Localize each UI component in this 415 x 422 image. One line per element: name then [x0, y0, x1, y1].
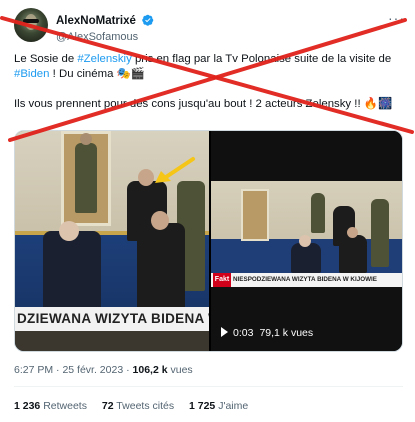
scene-head-biden	[59, 221, 79, 241]
engagement-stats: 1 236 Retweets 72 Tweets cités 1 725 J'a…	[14, 400, 260, 412]
retweets-count: 1 236	[14, 400, 41, 412]
scene-head	[347, 227, 358, 238]
tweet-paragraph-2: Ils vous prennent pour des cons jusqu'au…	[14, 98, 393, 110]
scene-head-marked	[138, 169, 154, 186]
tweet-meta: 6:27 PM · 25 févr. 2023 · 106,2 k vues	[14, 364, 193, 376]
yellow-arrow-icon	[155, 157, 195, 183]
fakt-logo: Fakt	[213, 273, 231, 287]
video-controls[interactable]: 0:03 79,1 k vues	[221, 327, 313, 339]
tweet-date[interactable]: 25 févr. 2023	[62, 364, 123, 376]
media-video-right[interactable]: Fakt NIESPODZIEWANA WIZYTA BIDENA W KIJO…	[211, 131, 402, 351]
scene-person	[339, 235, 367, 273]
author-block[interactable]: AlexNoMatrixé @AlexSofamous	[56, 11, 154, 43]
scene-head-biden	[299, 235, 311, 247]
author-display-name[interactable]: AlexNoMatrixé	[56, 15, 136, 27]
tweet-header: AlexNoMatrixé @AlexSofamous ···	[14, 8, 405, 44]
scene-guard	[75, 143, 97, 213]
scene-guard	[371, 199, 389, 267]
scene-head	[80, 133, 92, 145]
verified-badge-icon	[142, 14, 154, 26]
avatar-sunglasses	[23, 19, 39, 23]
quotes-stat[interactable]: 72 Tweets cités	[102, 400, 174, 412]
author-handle[interactable]: @AlexSofamous	[56, 31, 154, 43]
likes-count: 1 725	[189, 400, 216, 412]
views-count: 106,2 k	[132, 364, 168, 376]
video-black-top	[211, 131, 402, 181]
left-caption-strip: DZIEWANA WIZYTA BIDENA W	[15, 307, 209, 331]
video-black-bottom	[211, 287, 402, 351]
scene-head	[151, 211, 169, 230]
hashtag-link-zelenskiy[interactable]: #Zelenskiy	[77, 53, 131, 65]
scene-guard	[311, 193, 325, 233]
tweet-text: Le Sosie de #Zelenskiy pris en flag par …	[14, 52, 406, 127]
tweet-card: AlexNoMatrixé @AlexSofamous ··· Le Sosie…	[0, 0, 415, 422]
media-grid: DZIEWANA WIZYTA BIDENA W Fakt NIESPODZIE…	[14, 130, 403, 352]
scene-person-zelensky	[137, 223, 185, 313]
video-time: 0:03	[233, 327, 254, 339]
quotes-count: 72	[101, 400, 114, 412]
views-label: vues	[167, 364, 193, 376]
tweet-text-segment: Le Sosie de	[14, 53, 78, 65]
video-views: 79,1 k vues	[259, 327, 314, 339]
tweet-text-segment: ! Du cinéma 🎭🎬	[49, 68, 145, 80]
meta-separator: ·	[123, 364, 133, 376]
left-bottom-band	[15, 331, 209, 351]
hashtag-link-biden[interactable]: #Biden	[14, 68, 49, 80]
video-headline: NIESPODZIEWANA WIZYTA BIDENA W KIJOWIE	[233, 276, 378, 283]
scene-person-biden	[291, 243, 321, 273]
quotes-label: Tweets cités	[113, 400, 175, 412]
avatar[interactable]	[14, 8, 48, 42]
tweet-text-segment: pris en flag par la Tv Polonaise suite d…	[131, 53, 392, 65]
play-icon[interactable]	[221, 327, 228, 337]
likes-stat[interactable]: 1 725 J'aime	[189, 400, 248, 412]
retweets-stat[interactable]: 1 236 Retweets	[14, 400, 87, 412]
likes-label: J'aime	[215, 400, 249, 412]
retweets-label: Retweets	[40, 400, 87, 412]
tweet-time[interactable]: 6:27 PM	[14, 364, 53, 376]
divider	[14, 386, 403, 387]
more-options-icon[interactable]: ···	[388, 10, 405, 26]
media-image-left[interactable]: DZIEWANA WIZYTA BIDENA W	[15, 131, 209, 351]
video-scene-door	[241, 189, 269, 241]
tweet-paragraph-1: Le Sosie de #Zelenskiy pris en flag par …	[14, 52, 406, 82]
